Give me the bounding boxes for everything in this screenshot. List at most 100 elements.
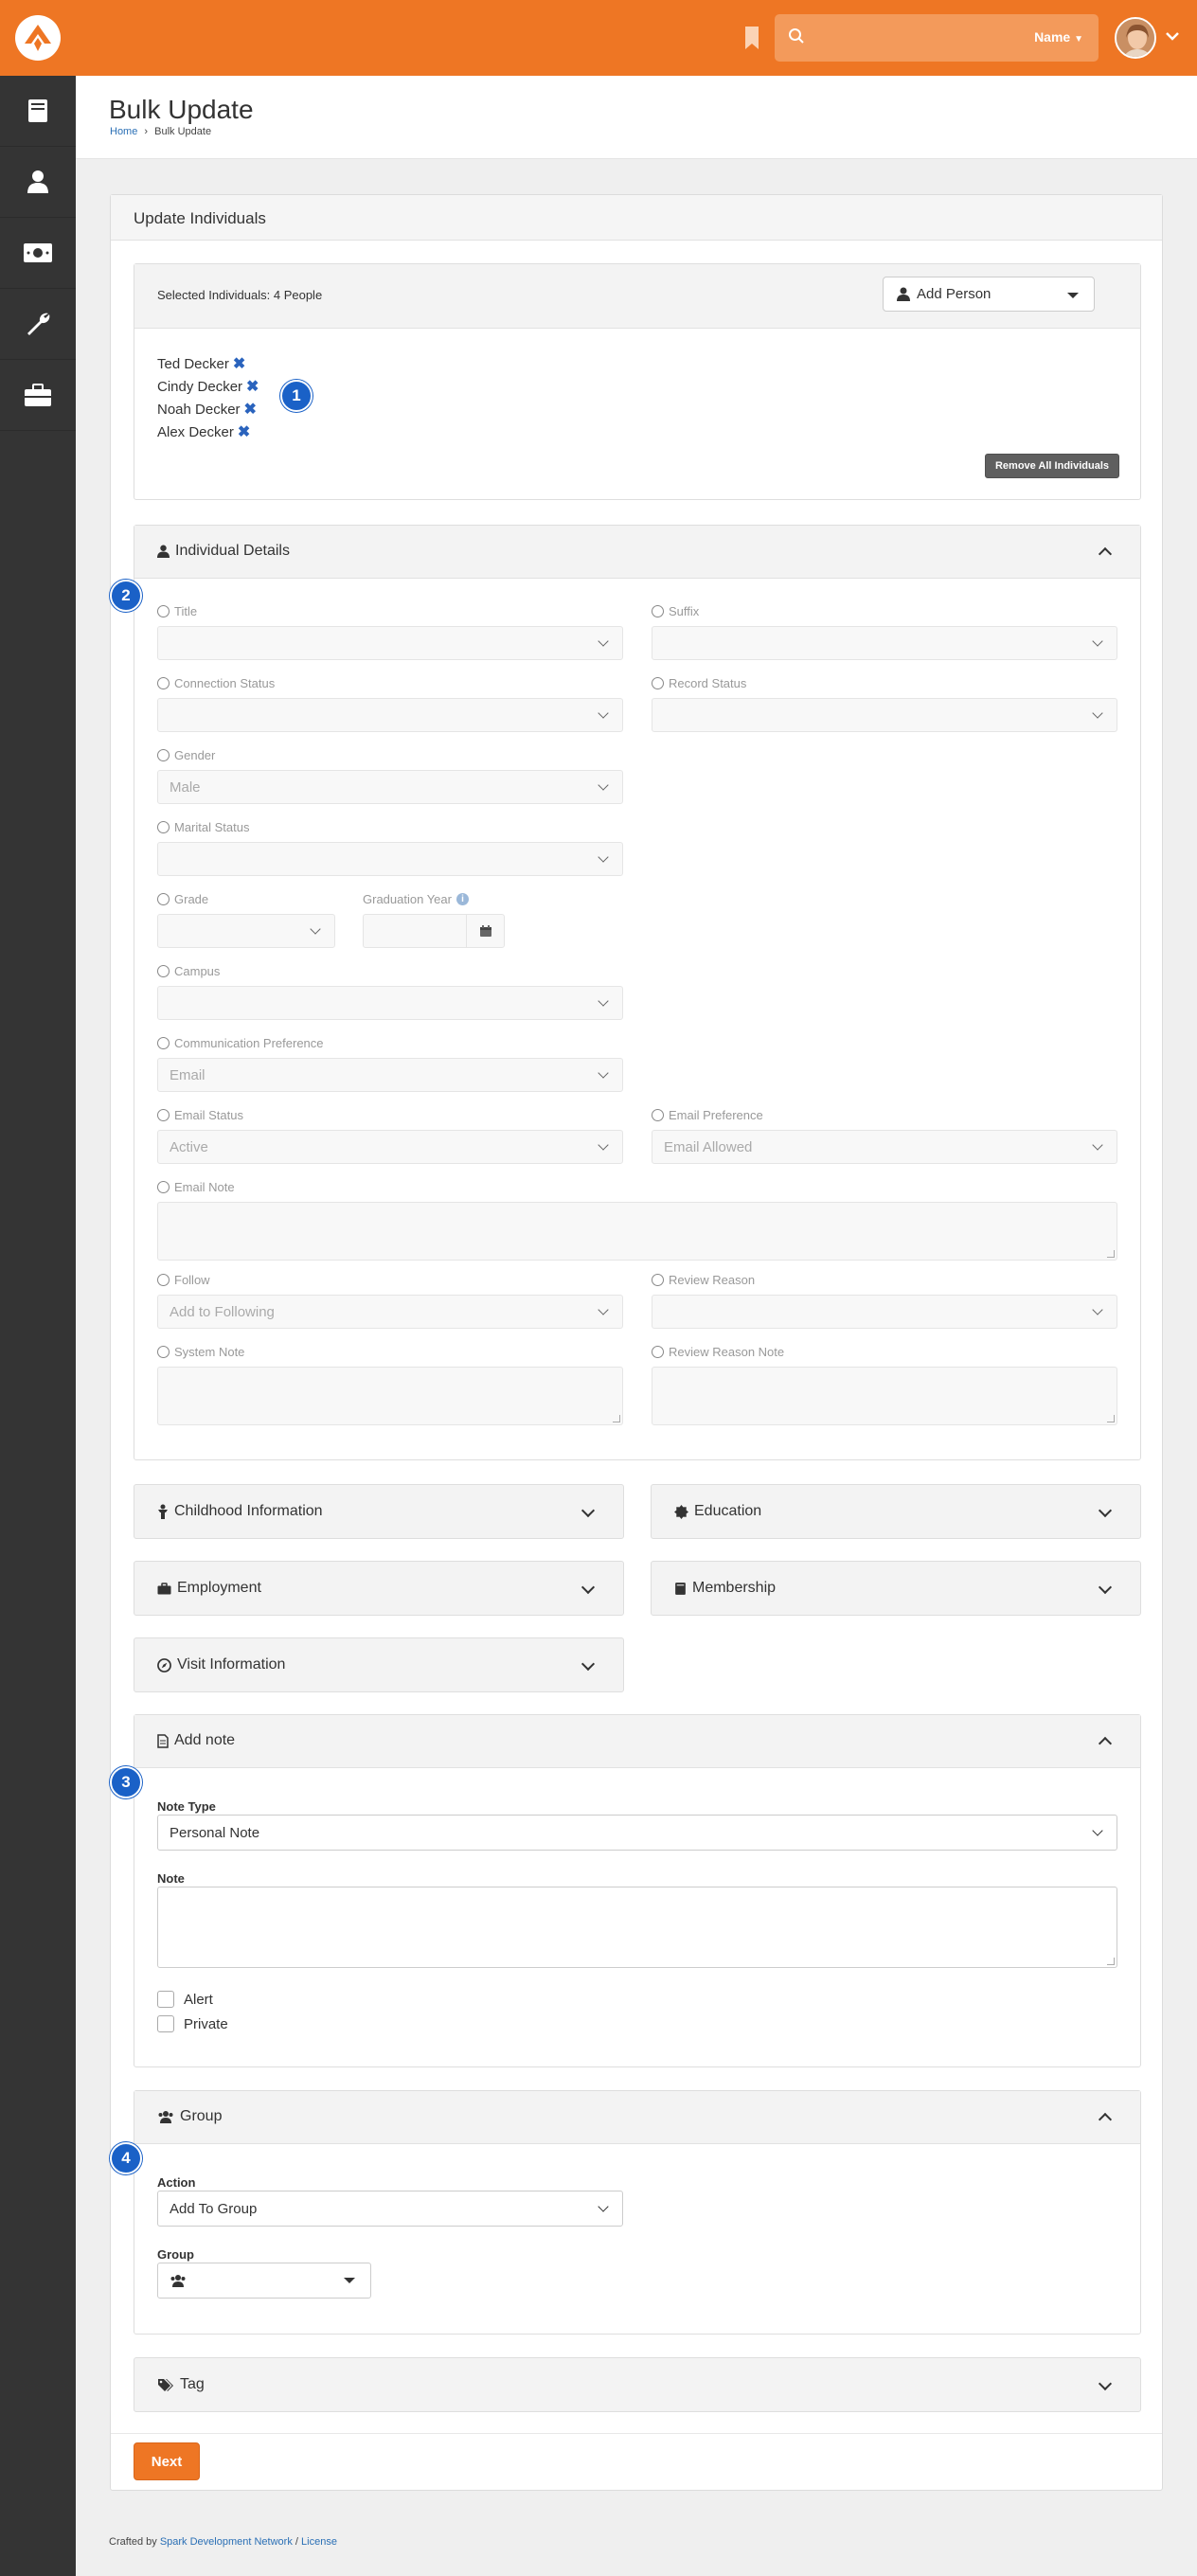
employment-section[interactable]: Employment bbox=[134, 1561, 624, 1616]
bookmark-icon[interactable] bbox=[742, 25, 761, 51]
system-note-textarea[interactable] bbox=[157, 1367, 623, 1425]
connection-status-select[interactable] bbox=[157, 698, 623, 732]
alert-checkbox-row[interactable]: Alert bbox=[157, 1987, 228, 2012]
resize-grip-icon[interactable] bbox=[1107, 1250, 1115, 1258]
chevron-down-icon bbox=[598, 2201, 609, 2212]
remove-person-icon[interactable]: ✖ bbox=[246, 377, 259, 396]
rock-logo-icon[interactable] bbox=[15, 15, 61, 61]
sidebar-item-finance[interactable] bbox=[0, 218, 76, 289]
email-note-radio[interactable] bbox=[157, 1180, 170, 1193]
suffix-select[interactable] bbox=[652, 626, 1117, 660]
list-item: Cindy Decker ✖ bbox=[157, 377, 259, 396]
review-reason-radio[interactable] bbox=[652, 1273, 664, 1286]
sidebar-item-admin-tools[interactable] bbox=[0, 289, 76, 360]
chevron-down-icon bbox=[598, 779, 609, 791]
calendar-icon[interactable] bbox=[466, 915, 504, 947]
breadcrumb-home-link[interactable]: Home bbox=[110, 126, 137, 137]
chevron-up-icon[interactable] bbox=[1098, 2112, 1113, 2127]
remove-person-icon[interactable]: ✖ bbox=[238, 422, 250, 441]
alert-checkbox[interactable] bbox=[157, 1991, 174, 2008]
system-note-radio[interactable] bbox=[157, 1345, 170, 1358]
email-preference-radio[interactable] bbox=[652, 1108, 664, 1121]
resize-grip-icon[interactable] bbox=[1107, 1415, 1115, 1422]
money-icon bbox=[24, 243, 52, 262]
note-type-select[interactable]: Personal Note bbox=[157, 1815, 1117, 1851]
sidebar-item-tools[interactable] bbox=[0, 360, 76, 431]
communication-preference-radio[interactable] bbox=[157, 1036, 170, 1049]
chevron-up-icon[interactable] bbox=[1098, 546, 1113, 562]
tag-section[interactable]: Tag bbox=[134, 2357, 1141, 2412]
visit-information-section[interactable]: Visit Information bbox=[134, 1637, 624, 1692]
resize-grip-icon[interactable] bbox=[613, 1415, 620, 1422]
search-box[interactable]: Name ▼ bbox=[775, 14, 1099, 62]
grade-radio[interactable] bbox=[157, 892, 170, 905]
resize-grip-icon[interactable] bbox=[1107, 1958, 1115, 1965]
sidebar-item-people[interactable] bbox=[0, 147, 76, 218]
spark-network-link[interactable]: Spark Development Network bbox=[160, 2536, 293, 2548]
connection-status-radio[interactable] bbox=[157, 676, 170, 689]
email-status-radio[interactable] bbox=[157, 1108, 170, 1121]
info-icon[interactable]: i bbox=[456, 892, 469, 905]
chevron-down-icon[interactable] bbox=[1098, 1503, 1113, 1518]
sidebar-item-pages[interactable] bbox=[0, 76, 76, 147]
email-status-select[interactable]: Active bbox=[157, 1130, 623, 1164]
private-checkbox-row[interactable]: Private bbox=[157, 2012, 228, 2036]
add-note-header[interactable]: Add note bbox=[134, 1715, 1140, 1768]
add-person-button[interactable]: Add Person bbox=[883, 277, 1095, 312]
graduation-year-input[interactable] bbox=[363, 914, 505, 948]
suffix-field: Suffix bbox=[652, 603, 1117, 660]
record-status-select[interactable] bbox=[652, 698, 1117, 732]
private-checkbox[interactable] bbox=[157, 2015, 174, 2032]
marital-status-select[interactable] bbox=[157, 842, 623, 876]
remove-person-icon[interactable]: ✖ bbox=[244, 400, 257, 419]
email-status-field: Email Status Active bbox=[157, 1107, 623, 1164]
review-reason-note-radio[interactable] bbox=[652, 1345, 664, 1358]
next-button[interactable]: Next bbox=[134, 2442, 200, 2480]
chevron-down-icon[interactable] bbox=[1165, 28, 1180, 44]
note-textarea[interactable] bbox=[157, 1887, 1117, 1968]
group-header[interactable]: Group bbox=[134, 2091, 1140, 2144]
review-reason-select[interactable] bbox=[652, 1295, 1117, 1329]
remove-person-icon[interactable]: ✖ bbox=[233, 354, 245, 373]
campus-select[interactable] bbox=[157, 986, 623, 1020]
individual-details-header[interactable]: Individual Details bbox=[134, 526, 1140, 579]
panel-divider bbox=[111, 2433, 1162, 2434]
gender-radio[interactable] bbox=[157, 748, 170, 761]
license-link[interactable]: License bbox=[301, 2536, 337, 2548]
avatar[interactable] bbox=[1115, 17, 1156, 59]
title-radio[interactable] bbox=[157, 604, 170, 617]
list-item: Ted Decker ✖ bbox=[157, 354, 246, 373]
email-preference-select[interactable]: Email Allowed bbox=[652, 1130, 1117, 1164]
users-icon bbox=[170, 2275, 186, 2287]
title-select[interactable] bbox=[157, 626, 623, 660]
group-picker[interactable] bbox=[157, 2263, 371, 2299]
campus-radio[interactable] bbox=[157, 964, 170, 977]
childhood-information-title: Childhood Information bbox=[174, 1503, 323, 1519]
email-note-textarea[interactable] bbox=[157, 1202, 1117, 1261]
email-preference-field: Email Preference Email Allowed bbox=[652, 1107, 1117, 1164]
chevron-up-icon[interactable] bbox=[1098, 1736, 1113, 1751]
membership-section[interactable]: Membership bbox=[651, 1561, 1141, 1616]
remove-all-individuals-button[interactable]: Remove All Individuals bbox=[985, 454, 1119, 478]
childhood-information-section[interactable]: Childhood Information bbox=[134, 1484, 624, 1539]
person-icon bbox=[897, 287, 910, 301]
suffix-radio[interactable] bbox=[652, 604, 664, 617]
follow-select[interactable]: Add to Following bbox=[157, 1295, 623, 1329]
chevron-down-icon[interactable] bbox=[581, 1580, 596, 1595]
group-action-select[interactable]: Add To Group bbox=[157, 2191, 623, 2227]
review-reason-note-textarea[interactable] bbox=[652, 1367, 1117, 1425]
chevron-down-icon[interactable] bbox=[581, 1503, 596, 1518]
education-section[interactable]: Education bbox=[651, 1484, 1141, 1539]
record-status-radio[interactable] bbox=[652, 676, 664, 689]
chevron-down-icon[interactable] bbox=[1098, 2376, 1113, 2391]
gender-select[interactable]: Male bbox=[157, 770, 623, 804]
follow-radio[interactable] bbox=[157, 1273, 170, 1286]
search-input[interactable] bbox=[814, 24, 994, 52]
chevron-down-icon[interactable] bbox=[581, 1656, 596, 1672]
search-type-dropdown[interactable]: Name ▼ bbox=[1034, 29, 1083, 45]
marital-status-radio[interactable] bbox=[157, 820, 170, 833]
chevron-down-icon[interactable] bbox=[1098, 1580, 1113, 1595]
communication-preference-select[interactable]: Email bbox=[157, 1058, 623, 1092]
grade-select[interactable] bbox=[157, 914, 335, 948]
chevron-down-icon bbox=[598, 707, 609, 719]
